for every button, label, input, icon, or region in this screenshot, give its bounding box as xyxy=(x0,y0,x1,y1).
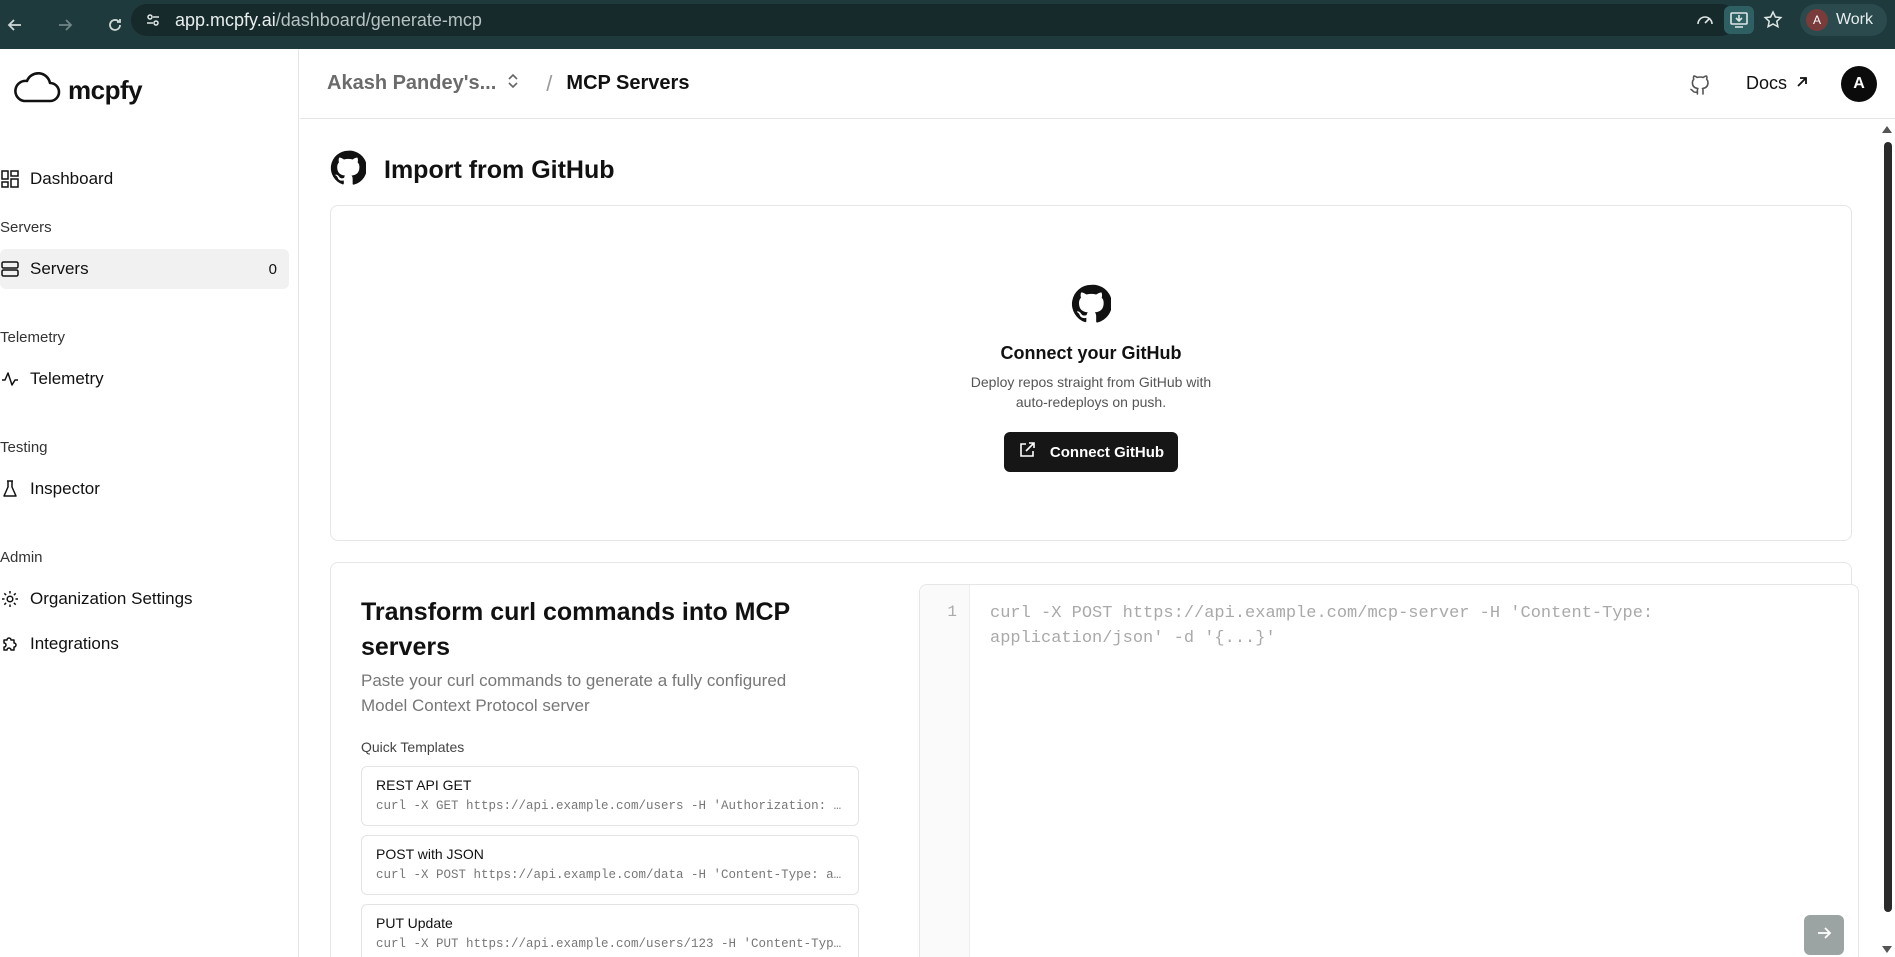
sidebar-item-label: Servers xyxy=(30,259,89,278)
dashboard-icon xyxy=(0,169,20,189)
server-icon xyxy=(0,259,20,279)
bookmark-star-icon[interactable] xyxy=(1756,4,1790,36)
org-name: Akash Pandey's... xyxy=(327,72,497,94)
browser-actions: A Work xyxy=(1688,4,1895,36)
sidebar-item-integrations[interactable]: Integrations xyxy=(0,624,289,664)
sidebar-item-label: Integrations xyxy=(30,634,119,653)
quick-templates-label: Quick Templates xyxy=(361,739,465,755)
sidebar-item-label: Telemetry xyxy=(30,369,104,388)
flask-icon xyxy=(0,479,20,499)
arrow-up-right-icon xyxy=(1795,73,1809,94)
browser-toolbar: app.mcpfy.ai/dashboard/generate-mcp A Wo… xyxy=(0,0,1895,49)
template-name: REST API GET xyxy=(376,777,472,793)
activity-icon xyxy=(0,369,20,389)
user-avatar[interactable]: A xyxy=(1841,65,1877,102)
connect-github-title: Connect your GitHub xyxy=(1000,343,1182,363)
connect-github-description: Deploy repos straight from GitHub with a… xyxy=(970,374,1212,410)
github-connect-card: Connect your GitHub Deploy repos straigh… xyxy=(330,205,1852,541)
sidebar-item-organization-settings[interactable]: Organization Settings xyxy=(0,579,289,619)
sidebar-item-label: Inspector xyxy=(30,479,100,498)
template-command: curl -X POST https://api.example.com/dat… xyxy=(376,868,844,882)
url-path: /dashboard/generate-mcp xyxy=(275,9,482,30)
header-actions: Docs A xyxy=(1682,65,1877,102)
chevrons-up-down-icon xyxy=(506,72,520,96)
template-command: curl -X PUT https://api.example.com/user… xyxy=(376,937,844,951)
back-icon[interactable] xyxy=(0,10,30,40)
section-label-servers: Servers xyxy=(0,219,52,236)
url-host: app.mcpfy.ai xyxy=(175,9,276,30)
github-connect-content: Connect your GitHub Deploy repos straigh… xyxy=(331,284,1851,472)
sidebar-item-label: Dashboard xyxy=(30,169,114,188)
curl-title: Transform curl commands into MCP servers xyxy=(361,598,790,661)
url-text: app.mcpfy.ai/dashboard/generate-mcp xyxy=(175,10,482,31)
template-command: curl -X GET https://api.example.com/user… xyxy=(376,799,844,813)
breadcrumb-separator: / xyxy=(546,70,553,96)
reload-icon[interactable] xyxy=(100,10,130,40)
curl-transform-card: Transform curl commands into MCP servers… xyxy=(330,562,1859,957)
template-rest-api-get[interactable]: REST API GET curl -X GET https://api.exa… xyxy=(361,766,859,826)
section-label-telemetry: Telemetry xyxy=(0,329,66,346)
connect-github-button[interactable]: Connect GitHub xyxy=(1003,432,1179,472)
docs-label: Docs xyxy=(1745,73,1787,93)
editor-placeholder: curl -X POST https://api.example.com/mcp… xyxy=(990,604,1654,648)
curl-subtitle: Paste your curl commands to generate a f… xyxy=(361,671,787,715)
puzzle-icon xyxy=(0,634,20,654)
line-number: 1 xyxy=(947,603,957,621)
scrollbar-thumb[interactable] xyxy=(1884,142,1892,912)
github-icon xyxy=(1071,284,1112,329)
profile-label: Work xyxy=(1835,11,1873,28)
brand-name: mcpfy xyxy=(68,75,143,105)
scroll-up-icon[interactable] xyxy=(1882,126,1892,133)
sidebar-item-telemetry[interactable]: Telemetry xyxy=(0,359,289,399)
template-post-json[interactable]: POST with JSON curl -X POST https://api.… xyxy=(361,835,859,895)
github-icon[interactable] xyxy=(1682,66,1718,102)
template-name: POST with JSON xyxy=(376,846,484,862)
template-put-update[interactable]: PUT Update curl -X PUT https://api.examp… xyxy=(361,904,859,957)
external-link-icon xyxy=(1018,441,1036,463)
site-info-icon[interactable] xyxy=(143,10,163,30)
forward-icon[interactable] xyxy=(50,10,80,40)
install-app-icon[interactable] xyxy=(1723,6,1754,34)
section-label-admin: Admin xyxy=(0,549,43,566)
org-switcher[interactable]: Akash Pandey's... xyxy=(327,72,520,96)
curl-editor[interactable]: 1 curl -X POST https://api.example.com/m… xyxy=(919,584,1859,957)
sidebar-item-inspector[interactable]: Inspector xyxy=(0,469,289,509)
import-header: Import from GitHub xyxy=(330,150,615,191)
main-content: Import from GitHub Connect your GitHub D… xyxy=(300,120,1880,957)
performance-icon[interactable] xyxy=(1688,4,1722,36)
cloud-icon xyxy=(12,71,62,110)
sidebar: mcpfy Dashboard Servers Servers 0 Teleme… xyxy=(0,49,299,957)
sidebar-item-dashboard[interactable]: Dashboard xyxy=(0,159,289,199)
github-icon xyxy=(330,150,367,191)
brand-logo[interactable]: mcpfy xyxy=(12,71,143,110)
template-name: PUT Update xyxy=(376,915,453,931)
address-bar[interactable]: app.mcpfy.ai/dashboard/generate-mcp xyxy=(131,4,1737,36)
sidebar-item-servers[interactable]: Servers 0 xyxy=(0,249,289,289)
section-label-testing: Testing xyxy=(0,439,48,456)
profile-button[interactable]: A Work xyxy=(1799,4,1887,36)
generate-button[interactable] xyxy=(1804,915,1844,955)
servers-count: 0 xyxy=(268,260,277,278)
connect-github-label: Connect GitHub xyxy=(1049,443,1165,461)
scroll-down-icon[interactable] xyxy=(1882,946,1892,953)
editor-gutter: 1 xyxy=(920,585,970,957)
arrow-right-icon xyxy=(1815,924,1833,947)
top-header: Akash Pandey's... / MCP Servers Docs A xyxy=(300,49,1895,119)
page-title: MCP Servers xyxy=(566,72,690,94)
profile-avatar: A xyxy=(1805,9,1828,31)
import-title: Import from GitHub xyxy=(384,156,615,184)
page-scrollbar[interactable] xyxy=(1880,120,1895,957)
sidebar-item-label: Organization Settings xyxy=(30,589,193,608)
gear-icon xyxy=(0,589,20,609)
docs-link[interactable]: Docs xyxy=(1746,73,1809,94)
